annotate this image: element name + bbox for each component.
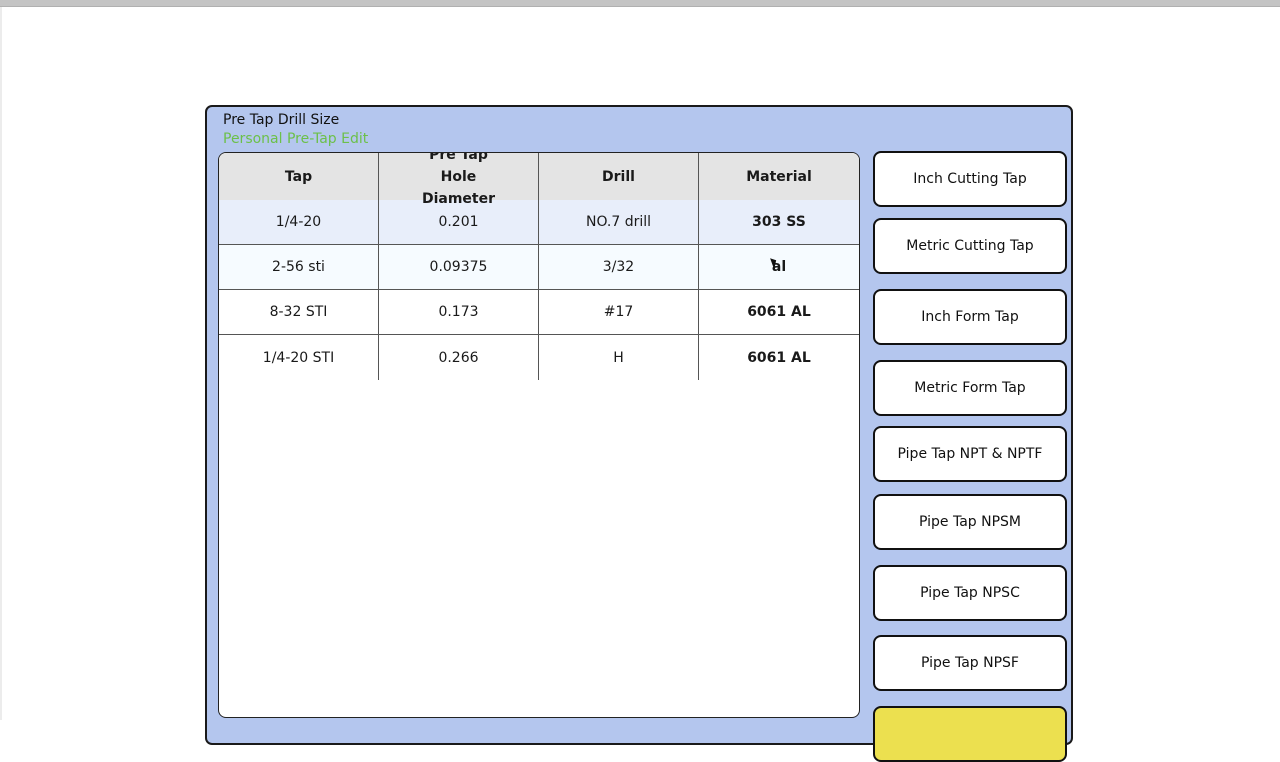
cell-material: 6061 AL [747, 349, 811, 366]
cell-diameter: 0.201 [379, 200, 539, 244]
cell-tap: 8-32 STI [219, 290, 379, 334]
table-row[interactable]: 1/4-20 0.201 NO.7 drill 303 SS [219, 200, 859, 245]
table-row[interactable]: 8-32 STI 0.173 #17 6061 AL [219, 290, 859, 335]
column-header-diameter: Pre Tap Hole Diameter [379, 153, 539, 207]
cell-tap: 2-56 sti [219, 245, 379, 289]
cell-material: al [771, 259, 787, 275]
personal-pre-tap-edit-link[interactable]: Personal Pre-Tap Edit [223, 131, 368, 147]
table-header: Tap Pre Tap Hole Diameter Drill Material [219, 153, 859, 207]
metric-cutting-tap-button[interactable]: Metric Cutting Tap [873, 218, 1067, 274]
cell-tap: 1/4-20 STI [219, 335, 379, 380]
column-header-tap: Tap [219, 153, 379, 200]
cell-diameter: 0.173 [379, 290, 539, 334]
pipe-tap-npt-nptf-button[interactable]: Pipe Tap NPT & NPTF [873, 426, 1067, 482]
cell-material: 6061 AL [747, 304, 811, 320]
pipe-tap-npsm-button[interactable]: Pipe Tap NPSM [873, 494, 1067, 550]
table-row[interactable]: 2-56 sti 0.09375 3/32 al [219, 245, 859, 290]
pre-tap-drill-size-panel: Pre Tap Drill Size Personal Pre-Tap Edit… [205, 105, 1073, 762]
cell-diameter: 0.09375 [379, 245, 539, 289]
pipe-tap-npsf-button[interactable]: Pipe Tap NPSF [873, 635, 1067, 691]
pipe-tap-npsc-button[interactable]: Pipe Tap NPSC [873, 565, 1067, 621]
cell-tap: 1/4-20 [219, 200, 379, 244]
browser-top-bar [0, 0, 1280, 7]
column-header-drill: Drill [539, 153, 699, 200]
cell-material: 303 SS [752, 214, 806, 230]
column-header-material: Material [746, 168, 812, 185]
cell-diameter: 0.266 [379, 335, 539, 380]
cell-drill: 3/32 [539, 245, 699, 289]
panel-title: Pre Tap Drill Size [223, 112, 340, 128]
inch-cutting-tap-button[interactable]: Inch Cutting Tap [873, 151, 1067, 207]
pre-tap-table: Tap Pre Tap Hole Diameter Drill Material… [218, 152, 860, 718]
yellow-action-button[interactable] [873, 706, 1067, 762]
window-left-edge [0, 7, 2, 720]
table-row[interactable]: 1/4-20 STI 0.266 H 6061 AL [219, 335, 859, 380]
inch-form-tap-button[interactable]: Inch Form Tap [873, 289, 1067, 345]
cell-drill: H [539, 335, 699, 380]
cell-drill: NO.7 drill [539, 200, 699, 244]
metric-form-tap-button[interactable]: Metric Form Tap [873, 360, 1067, 416]
cell-drill: #17 [539, 290, 699, 334]
